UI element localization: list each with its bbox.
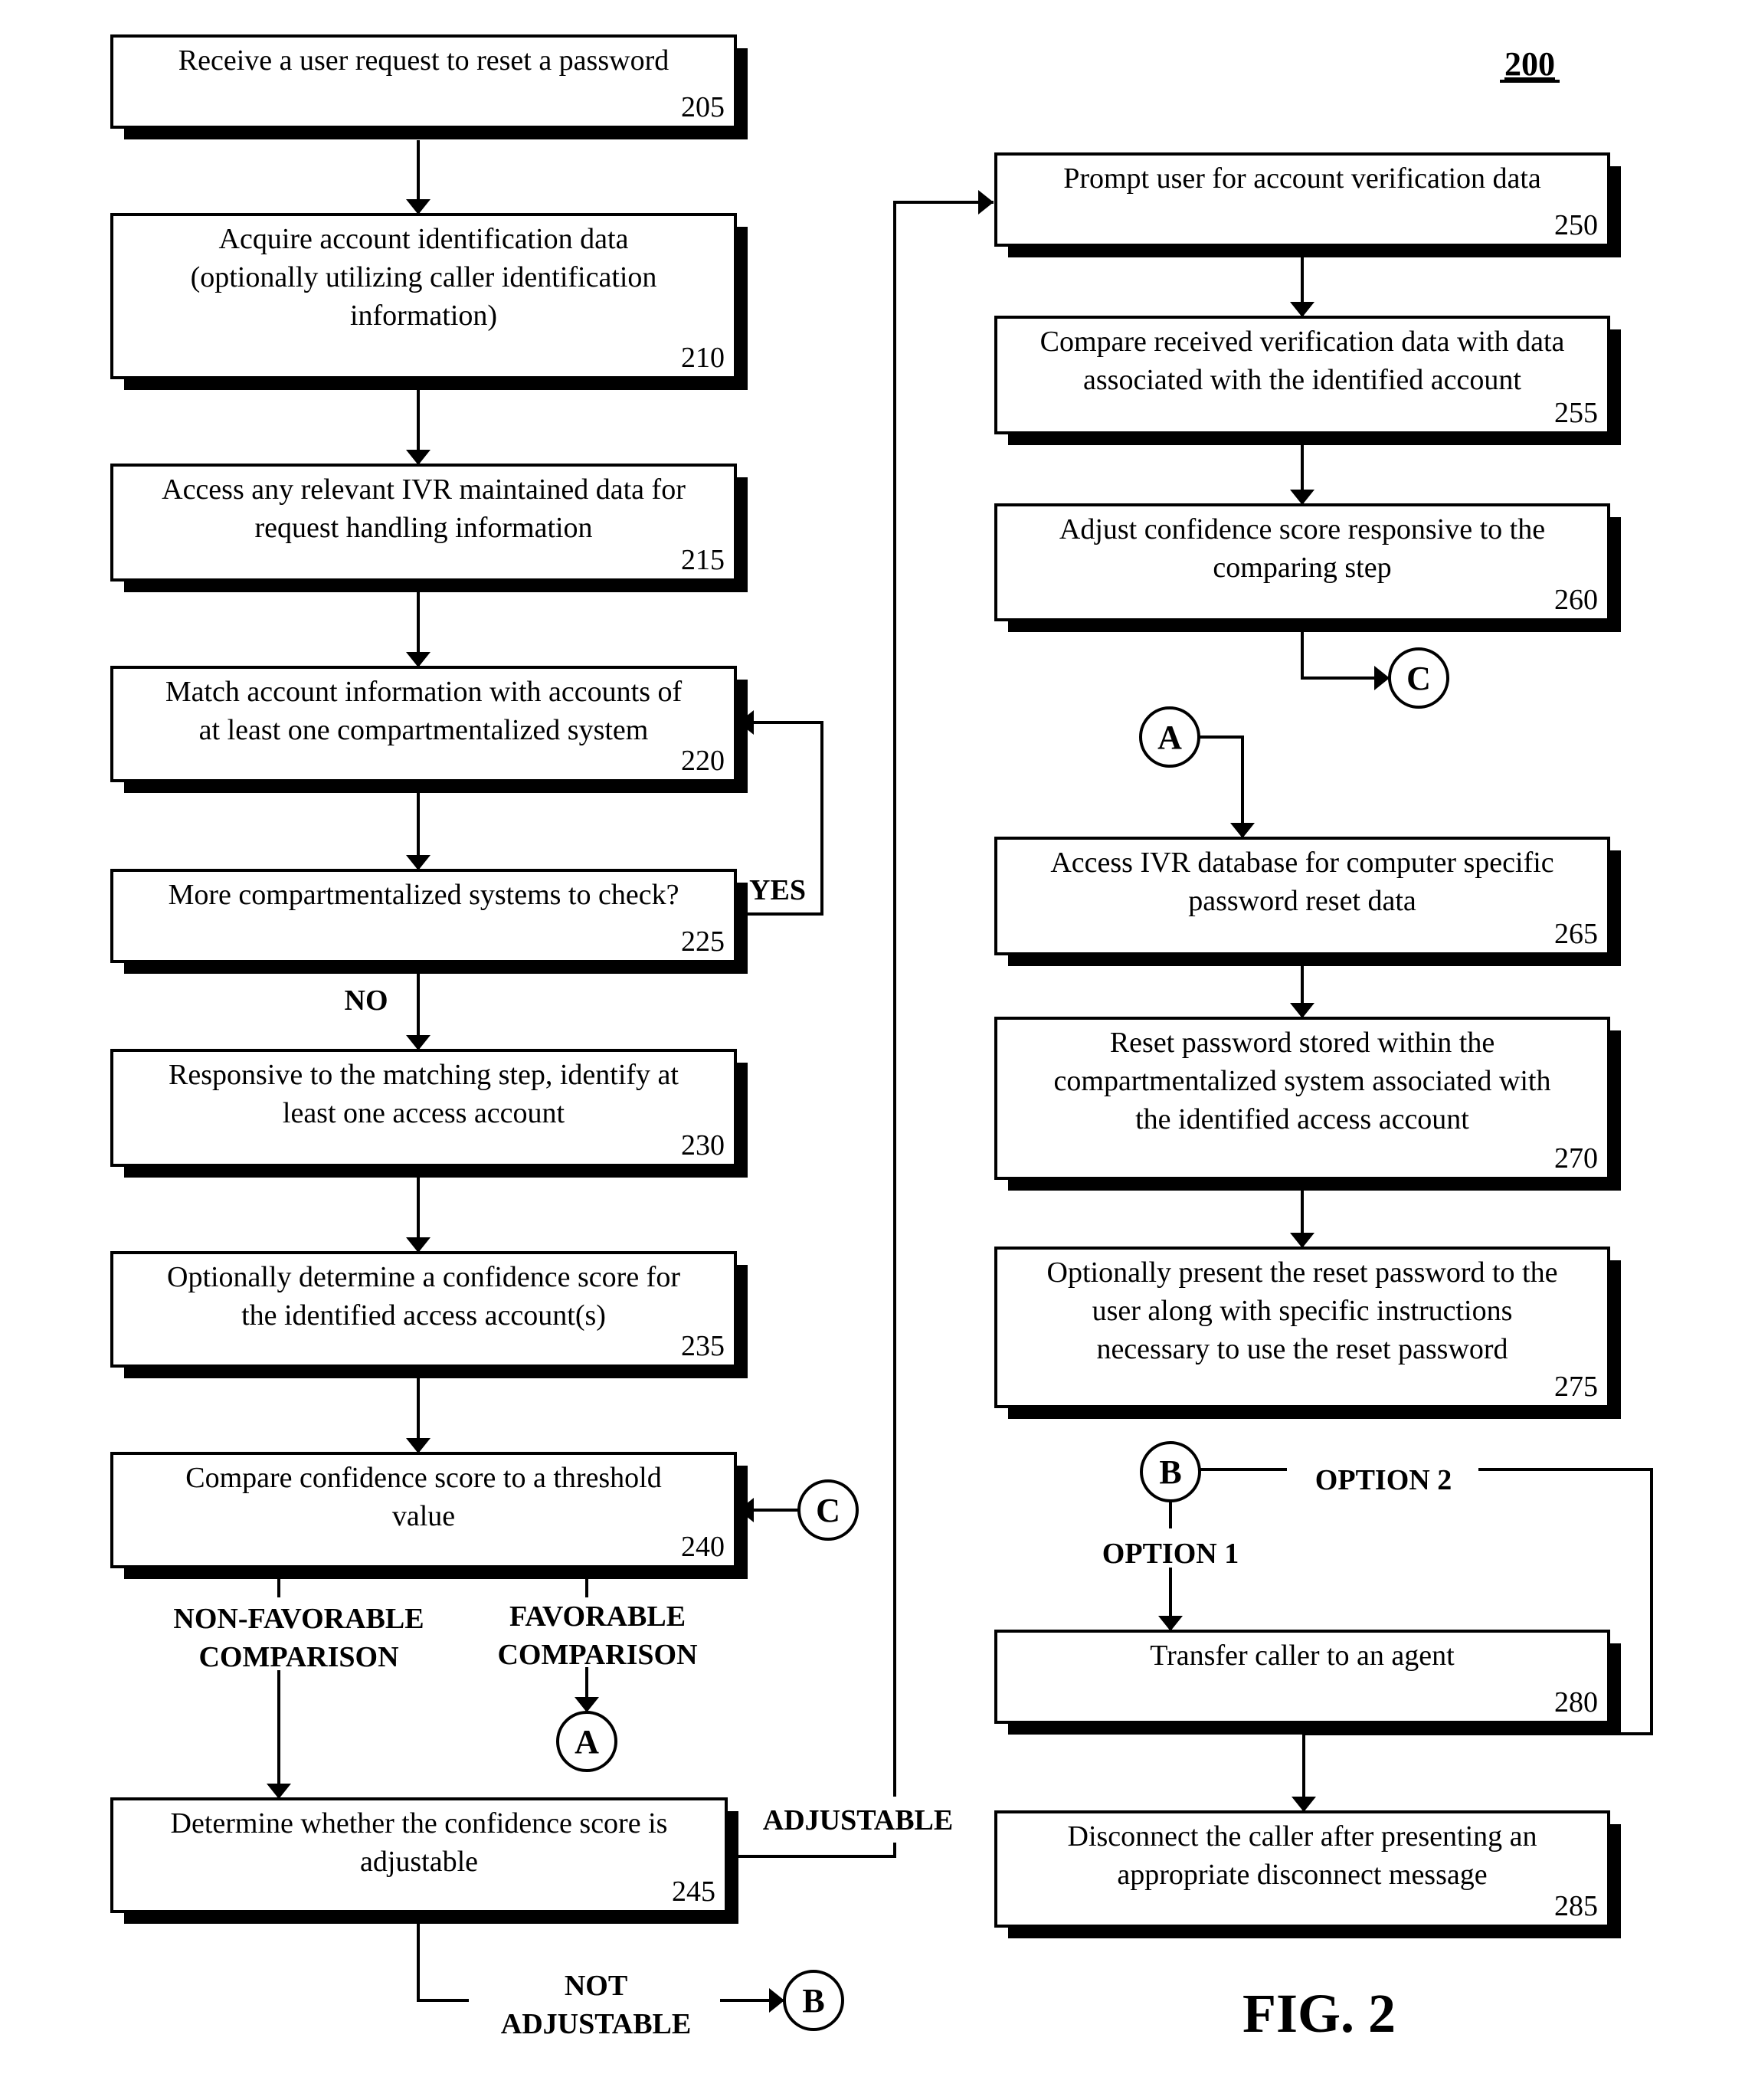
process-step-250[interactable]: Prompt user for account verification dat… — [994, 152, 1621, 257]
step-text-line: value — [392, 1500, 455, 1532]
process-step-205[interactable]: Receive a user request to reset a passwo… — [110, 34, 748, 139]
step-text-line: associated with the identified account — [1083, 364, 1521, 396]
connector-letter: A — [575, 1723, 599, 1761]
step-text-line: Transfer caller to an agent — [1150, 1640, 1455, 1672]
step-text-line: Optionally determine a confidence score … — [167, 1261, 680, 1293]
label-non-favorable-2: COMPARISON — [198, 1641, 398, 1673]
step-text-line: Match account information with accounts … — [165, 676, 683, 708]
process-step-280[interactable]: Transfer caller to an agent 280 — [994, 1630, 1621, 1735]
step-reference-number: 285 — [1554, 1890, 1598, 1922]
step-reference-number: 260 — [1554, 584, 1598, 616]
label-favorable-2: COMPARISON — [497, 1639, 697, 1671]
process-step-275[interactable]: Optionally present the reset password to… — [994, 1247, 1621, 1419]
step-reference-number: 270 — [1554, 1142, 1598, 1174]
step-text-line: compartmentalized system associated with — [1054, 1065, 1551, 1097]
process-step-230[interactable]: Responsive to the matching step, identif… — [110, 1049, 748, 1178]
arrow-260-c — [1301, 632, 1390, 690]
step-text-line: Adjust confidence score responsive to th… — [1059, 513, 1545, 545]
connector-letter: A — [1157, 719, 1182, 756]
step-reference-number: 215 — [681, 544, 725, 576]
label-adjustable: ADJUSTABLE — [763, 1804, 953, 1836]
label-yes: YES — [749, 874, 806, 906]
connector-c-right[interactable]: C — [1388, 647, 1449, 709]
process-step-285[interactable]: Disconnect the caller after presenting a… — [994, 1810, 1621, 1938]
step-text-line: request handling information — [254, 512, 592, 544]
step-reference-number: 265 — [1554, 918, 1598, 950]
step-reference-number: 230 — [681, 1129, 725, 1161]
step-text-line: More compartmentalized systems to check? — [169, 879, 679, 911]
label-non-favorable-1: NON-FAVORABLE — [173, 1603, 424, 1635]
connector-a-right[interactable]: A — [1139, 706, 1200, 768]
label-not-adjustable-1: NOT — [565, 1970, 627, 2002]
step-text-line: Determine whether the confidence score i… — [171, 1807, 668, 1840]
step-text-line: Receive a user request to reset a passwo… — [178, 44, 669, 77]
step-text-line: necessary to use the reset password — [1096, 1333, 1508, 1365]
step-reference-number: 245 — [672, 1876, 715, 1908]
connector-b-left[interactable]: B — [783, 1970, 844, 2031]
process-step-210[interactable]: Acquire account identification data (opti… — [110, 213, 748, 390]
process-step-220[interactable]: Match account information with accounts … — [110, 666, 748, 793]
process-step-240[interactable]: Compare confidence score to a threshold v… — [110, 1452, 748, 1579]
connector-b-right[interactable]: B — [1140, 1441, 1201, 1502]
label-option-1: OPTION 1 — [1102, 1538, 1239, 1570]
step-reference-number: 205 — [681, 91, 725, 123]
step-text-line: Access IVR database for computer specifi… — [1050, 847, 1553, 879]
step-reference-number: 275 — [1554, 1371, 1598, 1403]
step-reference-number: 240 — [681, 1531, 725, 1563]
line-245-not-adjustable — [417, 1924, 469, 2002]
step-reference-number: 225 — [681, 926, 725, 958]
step-text-line: user along with specific instructions — [1092, 1295, 1513, 1327]
process-step-245[interactable]: Determine whether the confidence score i… — [110, 1797, 738, 1924]
step-text-line: password reset data — [1188, 885, 1416, 917]
label-favorable-1: FAVORABLE — [509, 1600, 686, 1633]
step-text-line: least one access account — [283, 1097, 565, 1129]
step-text-line: adjustable — [360, 1846, 478, 1878]
connector-letter: B — [802, 1982, 824, 2020]
connector-letter: C — [1406, 660, 1431, 697]
process-step-265[interactable]: Access IVR database for computer specifi… — [994, 837, 1621, 966]
arrow-adjustable-250 — [893, 190, 994, 1797]
label-option-2: OPTION 2 — [1315, 1464, 1452, 1496]
step-reference-number: 280 — [1554, 1686, 1598, 1718]
step-text-line: Acquire account identification data — [219, 223, 629, 255]
step-text-line: (optionally utilizing caller identificat… — [191, 261, 657, 293]
step-text-line: Prompt user for account verification dat… — [1063, 162, 1541, 195]
step-text-line: Compare confidence score to a threshold — [185, 1462, 662, 1494]
step-text-line: Access any relevant IVR maintained data … — [162, 473, 686, 506]
label-not-adjustable-2: ADJUSTABLE — [501, 2008, 691, 2040]
connector-c-left[interactable]: C — [797, 1479, 859, 1541]
connector-letter: C — [816, 1492, 840, 1529]
process-step-270[interactable]: Reset password stored within the compartm… — [994, 1017, 1621, 1191]
process-step-225[interactable]: More compartmentalized systems to check?… — [110, 869, 748, 974]
process-step-255[interactable]: Compare received verification data with … — [994, 316, 1621, 445]
process-step-235[interactable]: Optionally determine a confidence score … — [110, 1251, 748, 1378]
flowchart-canvas: 200 FIG. 2 Receive a user request to res… — [110, 34, 1653, 2044]
step-text-line: Responsive to the matching step, identif… — [169, 1059, 679, 1091]
connector-letter: B — [1159, 1453, 1181, 1491]
step-text-line: at least one compartmentalized system — [199, 714, 649, 746]
step-text-line: Compare received verification data with … — [1040, 326, 1565, 358]
process-step-215[interactable]: Access any relevant IVR maintained data … — [110, 464, 748, 592]
label-no: NO — [345, 984, 388, 1017]
step-text-line: the identified access account — [1135, 1103, 1469, 1135]
line-245-adjustable — [738, 1843, 896, 1858]
figure-number: 200 — [1504, 45, 1555, 83]
step-reference-number: 220 — [681, 745, 725, 777]
step-text-line: Disconnect the caller after presenting a… — [1068, 1820, 1537, 1853]
step-text-line: Reset password stored within the — [1110, 1027, 1495, 1059]
step-text-line: the identified access account(s) — [241, 1299, 606, 1332]
step-text-line: appropriate disconnect message — [1117, 1859, 1487, 1891]
step-text-line: information) — [350, 300, 497, 332]
connector-a-left[interactable]: A — [556, 1711, 617, 1772]
process-step-260[interactable]: Adjust confidence score responsive to th… — [994, 503, 1621, 632]
step-reference-number: 210 — [681, 342, 725, 374]
step-text-line: Optionally present the reset password to… — [1047, 1256, 1558, 1289]
step-text-line: comparing step — [1213, 552, 1391, 584]
step-reference-number: 250 — [1554, 209, 1598, 241]
figure-caption: FIG. 2 — [1242, 1983, 1396, 2044]
step-reference-number: 255 — [1554, 397, 1598, 429]
step-reference-number: 235 — [681, 1330, 725, 1362]
arrow-a-265 — [1199, 735, 1255, 838]
